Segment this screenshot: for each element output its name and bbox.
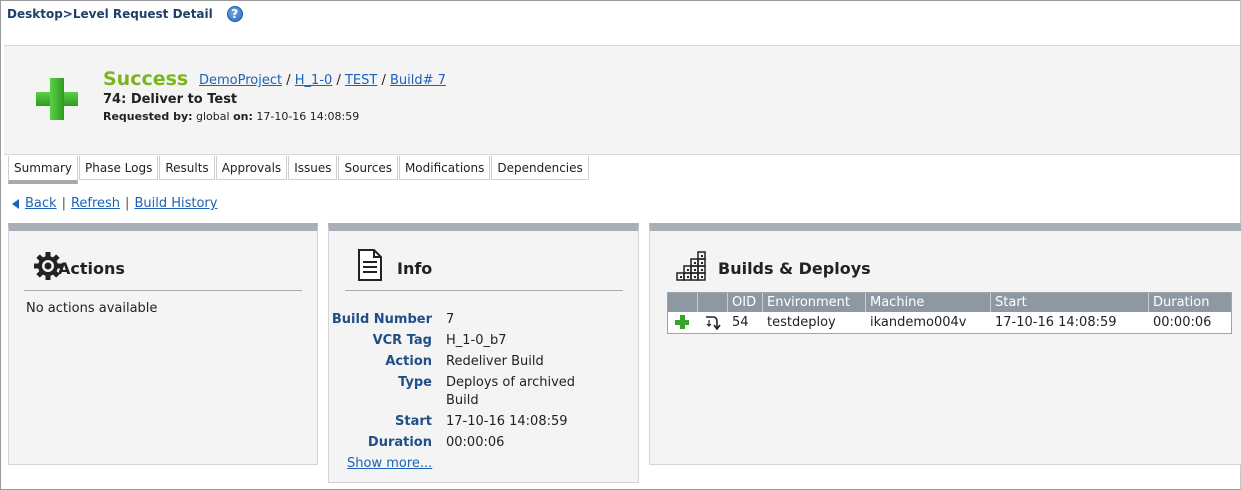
nav-links: Back | Refresh | Build History [12, 196, 217, 211]
link-separator: / [286, 73, 291, 88]
info-label: Action [385, 354, 432, 369]
success-plus-icon [36, 78, 78, 120]
tab-issues[interactable]: Issues [288, 156, 338, 180]
info-value: H_1-0_b7 [446, 333, 507, 348]
col-header-oid[interactable]: OID [728, 293, 763, 312]
col-header-action [698, 293, 728, 312]
requested-by-value: global [196, 110, 230, 123]
info-label: Start [395, 414, 432, 429]
request-header: Success DemoProject / H_1-0 / TEST / Bui… [4, 45, 1240, 155]
tab-results[interactable]: Results [159, 156, 215, 180]
col-header-environment[interactable]: Environment [763, 293, 866, 312]
link-separator: / [336, 73, 341, 88]
actions-panel: Actions No actions available [8, 223, 318, 465]
divider [345, 290, 623, 291]
tab-sources[interactable]: Sources [338, 156, 398, 180]
link-level[interactable]: H_1-0 [295, 73, 333, 88]
no-actions-text: No actions available [26, 301, 158, 316]
requested-on-label: on: [233, 110, 253, 123]
divider [24, 290, 302, 291]
status-cell [668, 312, 698, 333]
back-link[interactable]: Back [25, 196, 57, 211]
info-row-start: Start 17-10-16 14:08:59 [329, 413, 638, 431]
build-history-link[interactable]: Build History [134, 196, 217, 211]
requested-by-line: Requested by: global on: 17-10-16 14:08:… [103, 110, 359, 123]
info-label: Duration [367, 435, 432, 450]
environment-cell: testdeploy [767, 315, 836, 330]
nav-separator: | [125, 196, 130, 211]
info-table: Build Number 7 VCR Tag H_1-0_b7 Action R… [329, 311, 638, 455]
tab-dependencies[interactable]: Dependencies [491, 156, 589, 180]
top-bar: Desktop>Level Request Detail ? [7, 5, 243, 23]
status-label: Success [103, 68, 189, 90]
info-row-duration: Duration 00:00:06 [329, 434, 638, 452]
builds-deploys-title: Builds & Deploys [718, 259, 871, 278]
show-more-link[interactable]: Show more... [347, 456, 432, 471]
action-cell [698, 312, 728, 333]
machine-cell: ikandemo004v [870, 315, 967, 330]
nav-separator: | [61, 196, 66, 211]
tab-modifications[interactable]: Modifications [398, 156, 491, 180]
col-header-status [668, 293, 698, 312]
info-row-build-number: Build Number 7 [329, 311, 638, 329]
builds-table: OID Environment Machine Start Duration 5… [667, 292, 1232, 334]
info-value: Redeliver Build [446, 354, 544, 369]
tab-summary[interactable]: Summary [8, 156, 78, 184]
col-header-duration[interactable]: Duration [1149, 293, 1231, 312]
link-build[interactable]: Build# 7 [390, 73, 446, 88]
redeliver-icon[interactable] [704, 314, 722, 332]
info-panel: Info Build Number 7 VCR Tag H_1-0_b7 Act… [328, 223, 639, 483]
info-value: 00:00:06 [446, 435, 505, 450]
requested-by-label: Requested by: [103, 110, 193, 123]
link-project[interactable]: DemoProject [199, 73, 282, 88]
help-icon[interactable]: ? [226, 6, 243, 22]
info-label: Build Number [331, 312, 432, 327]
tab-phase-logs[interactable]: Phase Logs [79, 156, 159, 180]
oid-cell: 54 [732, 315, 749, 330]
table-header: OID Environment Machine Start Duration [668, 293, 1231, 312]
col-header-start[interactable]: Start [991, 293, 1149, 312]
request-title: 74: Deliver to Test [103, 92, 238, 107]
info-value: 17-10-16 14:08:59 [446, 414, 568, 429]
builds-deploys-panel: Builds & Deploys OID Environment Machine… [649, 223, 1241, 465]
info-value: 7 [446, 312, 455, 327]
stairs-icon [676, 251, 706, 281]
project-links: DemoProject / H_1-0 / TEST / Build# 7 [199, 73, 446, 88]
duration-cell: 00:00:06 [1153, 315, 1212, 330]
tab-approvals[interactable]: Approvals [215, 156, 288, 180]
refresh-link[interactable]: Refresh [71, 196, 120, 211]
document-icon [358, 249, 382, 281]
page-breadcrumb: Desktop>Level Request Detail [7, 7, 213, 21]
back-arrow-icon[interactable] [12, 198, 19, 209]
info-label: Type [398, 375, 432, 390]
info-label: VCR Tag [372, 333, 432, 348]
info-row-action: Action Redeliver Build [329, 353, 638, 371]
info-row-vcr-tag: VCR Tag H_1-0_b7 [329, 332, 638, 350]
link-environment[interactable]: TEST [345, 73, 377, 88]
tab-bar: Summary Phase Logs Results Approvals Iss… [8, 156, 590, 184]
success-plus-icon [675, 315, 689, 329]
col-header-machine[interactable]: Machine [866, 293, 991, 312]
start-cell: 17-10-16 14:08:59 [995, 315, 1117, 330]
info-title: Info [397, 259, 433, 278]
actions-title: Actions [58, 259, 125, 278]
requested-on-value: 17-10-16 14:08:59 [256, 110, 360, 123]
link-separator: / [381, 73, 386, 88]
window-frame: Desktop>Level Request Detail ? Success D… [0, 0, 1241, 490]
info-row-type: Type Deploys of archived Build [329, 374, 638, 410]
info-value: Deploys of archived Build [446, 375, 576, 408]
table-row[interactable]: 54 testdeploy ikandemo004v 17-10-16 14:0… [668, 312, 1231, 333]
